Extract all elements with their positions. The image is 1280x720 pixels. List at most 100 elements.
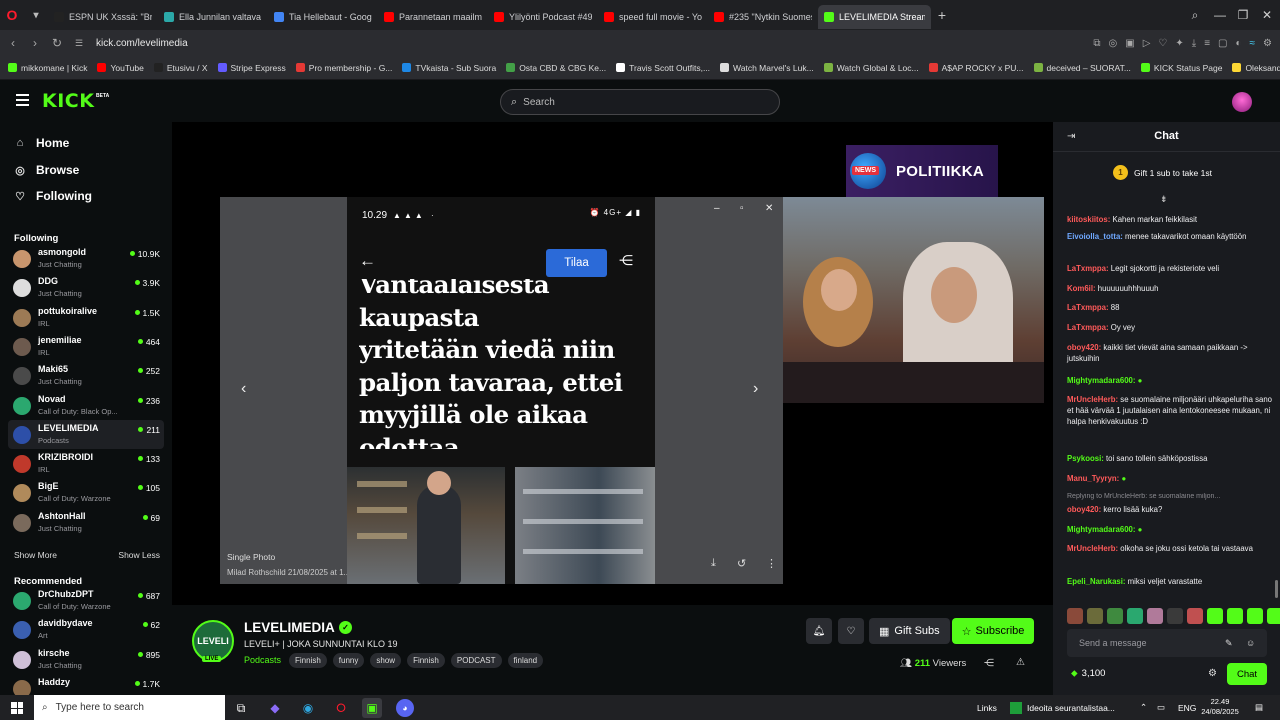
user-avatar[interactable]	[1232, 92, 1252, 112]
kick-emote-icon[interactable]: ✎	[1225, 638, 1233, 649]
show-more-button[interactable]: Show More	[14, 550, 57, 560]
emote-icon[interactable]	[1147, 608, 1163, 624]
bookmark-item[interactable]: Travis Scott Outfits,...	[616, 63, 710, 73]
nav-home[interactable]: ⌂ Home	[14, 136, 70, 150]
channel-name[interactable]: LEVELIMEDIA	[244, 620, 335, 635]
chat-username[interactable]: oboy420:	[1067, 343, 1101, 352]
channel-points[interactable]: ⬥ 3,100	[1071, 668, 1105, 679]
reload-icon[interactable]: ↻	[46, 36, 68, 50]
aria-icon[interactable]: ≈	[1250, 38, 1256, 49]
new-tab-button[interactable]: +	[931, 7, 953, 23]
tag-pill[interactable]: show	[370, 653, 402, 668]
chat-username[interactable]: kiitoskiitos:	[1067, 215, 1110, 224]
chat-username[interactable]: LaTxmppa:	[1067, 264, 1109, 273]
nav-browse[interactable]: ◎ Browse	[14, 163, 79, 177]
tab-list-icon[interactable]: ▾	[24, 0, 48, 30]
task-view-icon[interactable]: ⧉	[231, 698, 251, 718]
notification-bell-button[interactable]: 🔔︎	[806, 618, 832, 644]
emote-icon[interactable]	[1067, 608, 1083, 624]
bookmark-item[interactable]: Osta CBD & CBG Ke...	[506, 63, 606, 73]
sidebar-channel[interactable]: asmongold Just Chatting 10.9K	[8, 244, 164, 273]
sidebar-channel[interactable]: AshtonHall Just Chatting 69	[8, 508, 164, 537]
screenshot-icon[interactable]: ⧉	[1093, 38, 1100, 49]
emoji-icon[interactable]: ☺	[1246, 638, 1255, 648]
sidebar-channel[interactable]: DDG Just Chatting 3.9K	[8, 273, 164, 302]
stream-category-link[interactable]: Podcasts	[244, 655, 281, 665]
bookmark-item[interactable]: deceived – SUORAT...	[1033, 63, 1131, 73]
chat-username[interactable]: LaTxmppa:	[1067, 323, 1109, 332]
menu-icon[interactable]: ≡	[1204, 38, 1210, 49]
heart-icon[interactable]: ♡	[1158, 38, 1167, 49]
profile-icon[interactable]: ◐	[1235, 38, 1241, 49]
pinned-expand-icon[interactable]: ⇟	[1160, 194, 1168, 205]
system-clock[interactable]: 22.49 24/08/2025	[1190, 697, 1250, 717]
sidebar-channel[interactable]: KRIZIBROIDI IRL 133	[8, 449, 164, 478]
play-icon[interactable]: ▷	[1143, 38, 1151, 49]
emote-icon[interactable]	[1247, 608, 1263, 624]
gift-sub-banner[interactable]: 1 Gift 1 sub to take 1st	[1113, 165, 1212, 180]
site-info-icon[interactable]: ☰	[68, 38, 90, 49]
nav-following[interactable]: ♡ Following	[14, 189, 92, 203]
url-field[interactable]: kick.com/levelimedia	[96, 38, 188, 49]
chat-settings-icon[interactable]: ⚙	[1208, 668, 1217, 679]
emote-icon[interactable]	[1107, 608, 1123, 624]
share-icon[interactable]: ⋲	[984, 658, 994, 669]
cube-icon[interactable]: ▣	[1125, 38, 1134, 49]
browser-tab[interactable]: LEVELIMEDIA Stream	[818, 4, 931, 29]
chat-username[interactable]: Eivoiolla_totta:	[1067, 232, 1123, 241]
sidebar-channel[interactable]: LEVELIMEDIA Podcasts 211	[8, 419, 164, 449]
show-less-button[interactable]: Show Less	[118, 550, 160, 560]
bookmark-item[interactable]: KICK Status Page	[1140, 63, 1222, 73]
bookmark-item[interactable]: Watch Marvel's Luk...	[720, 63, 814, 73]
chat-username[interactable]: Mightymadara600:	[1067, 525, 1135, 534]
sidebar-channel[interactable]: kirsche Just Chatting 895	[8, 645, 164, 674]
follow-heart-button[interactable]: ♡	[838, 618, 864, 644]
emote-icon[interactable]	[1167, 608, 1183, 624]
wallet-icon[interactable]: ▢	[1218, 38, 1227, 49]
app-icon[interactable]: ◆	[265, 698, 285, 718]
bookmark-item[interactable]: Stripe Express	[217, 63, 286, 73]
chat-message-input[interactable]: Send a message	[1067, 629, 1267, 657]
browser-tab[interactable]: Tia Hellebaut - Google-ha	[268, 5, 378, 29]
close-window-icon[interactable]: ✕	[1252, 0, 1280, 30]
opera-logo-icon[interactable]: O	[0, 0, 24, 30]
chat-username[interactable]: oboy420:	[1067, 505, 1101, 514]
menu-hamburger-icon[interactable]	[16, 94, 29, 109]
sidebar-channel[interactable]: BigE Call of Duty: Warzone 105	[8, 478, 164, 507]
bookmark-item[interactable]: mikkomane | Kick	[8, 63, 87, 73]
camera-icon[interactable]: ◎	[1109, 38, 1118, 49]
back-icon[interactable]: ‹	[2, 36, 24, 50]
tag-pill[interactable]: Finnish	[289, 653, 327, 668]
chat-send-button[interactable]: Chat	[1227, 663, 1267, 685]
notification-center-icon[interactable]: ▤	[1255, 695, 1263, 720]
chat-username[interactable]: Mightymadara600:	[1067, 376, 1135, 385]
network-icon[interactable]: ▭	[1157, 695, 1165, 720]
chat-scrollbar[interactable]	[1275, 580, 1278, 598]
tag-pill[interactable]: Finnish	[407, 653, 445, 668]
bookmark-item[interactable]: A$AP ROCKY x PU...	[928, 63, 1024, 73]
bookmark-item[interactable]: TVkaista - Sub Suora	[402, 63, 496, 73]
tag-pill[interactable]: funny	[332, 653, 365, 668]
extensions-icon[interactable]: ✦	[1175, 38, 1183, 49]
browser-tab[interactable]: Ella Junnilan valtava elämä	[158, 5, 268, 29]
chat-username[interactable]: Manu_Tyyryn:	[1067, 474, 1119, 483]
sidebar-channel[interactable]: jenemiliae IRL 464	[8, 332, 164, 361]
chat-username[interactable]: Epeli_Narukasi:	[1067, 577, 1126, 586]
gift-subs-button[interactable]: ▦ Gift Subs	[869, 618, 950, 644]
search-input[interactable]: ⌕ Search	[500, 89, 780, 115]
links-toolbar[interactable]: Links	[977, 695, 997, 720]
discord-icon[interactable]: ◕	[396, 699, 414, 717]
browser-tab[interactable]: Ylilyönti Podcast #493 – N	[488, 5, 598, 29]
bookmark-item[interactable]: Watch Global & Loc...	[823, 63, 919, 73]
emote-icon[interactable]	[1087, 608, 1103, 624]
kick-logo[interactable]: KICK	[42, 90, 94, 112]
emote-icon[interactable]	[1207, 608, 1223, 624]
emote-icon[interactable]	[1187, 608, 1203, 624]
chat-username[interactable]: MrUncleHerb:	[1067, 544, 1118, 553]
report-icon[interactable]: ⚠	[1016, 657, 1025, 668]
forward-icon[interactable]: ›	[24, 36, 46, 50]
tray-chevron-icon[interactable]: ⌃	[1140, 695, 1147, 720]
tag-pill[interactable]: PODCAST	[450, 653, 502, 668]
emote-icon[interactable]	[1127, 608, 1143, 624]
kick-app-icon[interactable]: ▣	[362, 698, 382, 718]
